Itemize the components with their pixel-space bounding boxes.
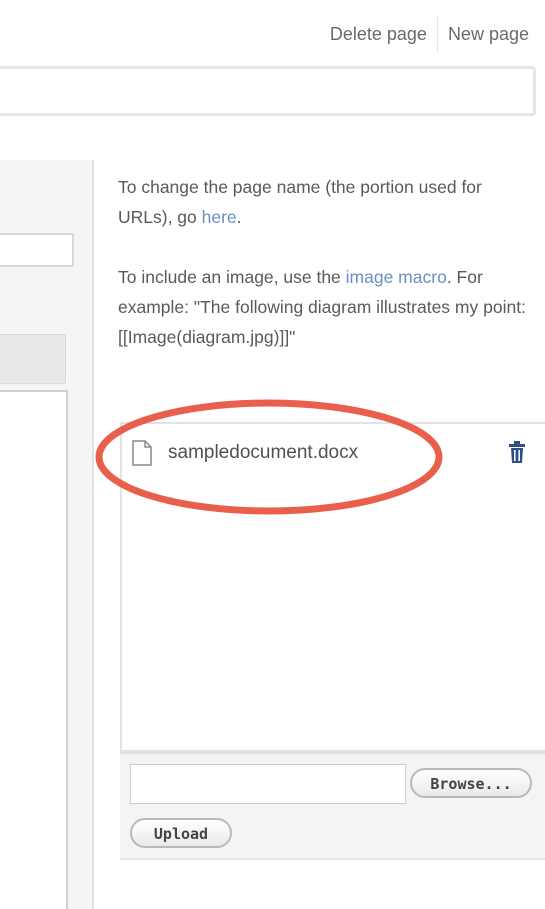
image-help-prefix: To include an image, use the (118, 267, 346, 287)
editor-field[interactable] (0, 233, 74, 267)
wiki-edit-page: Delete page New page To change the page … (0, 0, 545, 909)
rename-here-link[interactable]: here (202, 207, 237, 227)
file-path-input[interactable] (130, 764, 406, 804)
new-page-link[interactable]: New page (438, 19, 539, 49)
editor-toolbar[interactable] (0, 334, 66, 384)
attachments-list (120, 422, 545, 752)
document-icon (132, 440, 152, 466)
attachment-item[interactable]: sampledocument.docx (132, 440, 358, 466)
page-title-input[interactable] (0, 66, 536, 116)
delete-page-link[interactable]: Delete page (320, 19, 437, 49)
attachment-filename: sampledocument.docx (168, 442, 359, 463)
browse-button[interactable]: Browse... (410, 768, 532, 798)
rename-help-suffix: . (236, 207, 242, 227)
editor-textarea[interactable] (0, 390, 68, 909)
image-macro-link[interactable]: image macro (346, 267, 447, 287)
rename-help-text: To change the page name (the portion use… (118, 172, 528, 232)
attachments-footer (120, 860, 545, 909)
trash-icon[interactable] (507, 440, 527, 464)
image-help-text: To include an image, use the image macro… (118, 262, 528, 352)
upload-button[interactable]: Upload (130, 818, 232, 848)
rename-help-prefix: To change the page name (the portion use… (118, 177, 482, 227)
page-actions: Delete page New page (320, 16, 539, 52)
